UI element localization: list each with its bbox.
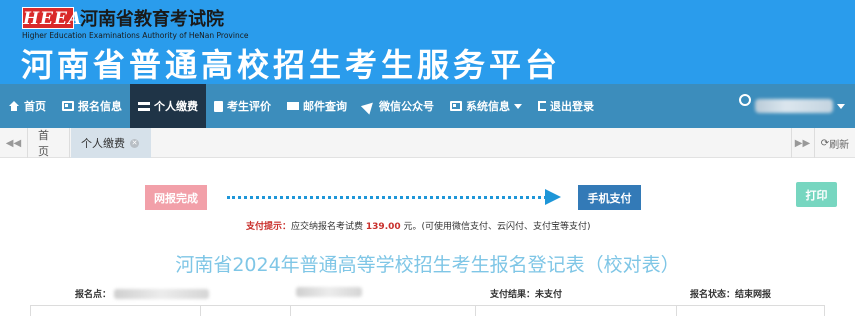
wallet-icon [138,101,150,111]
tab-bar: ◀◀ 首页 个人缴费 ✕ ▶▶ ⟳ 刷新 [0,128,855,158]
paper-plane-icon [360,97,378,115]
sign-out-icon [538,101,546,111]
id-card-icon [62,101,74,111]
payment-result: 支付结果： 未支付 [490,287,562,300]
nav-item-evaluation[interactable]: 考生评价 [206,84,279,128]
site-value-redacted [114,288,210,299]
refresh-button[interactable]: ⟳ 刷新 [814,128,855,158]
nav-item-personal-payment[interactable]: 个人缴费 [130,84,206,128]
id-card-icon [450,101,462,111]
nav-item-label: 系统信息 [466,100,510,113]
registration-status: 报名状态： 结束网报 [690,287,771,300]
nav-item-label: 邮件查询 [303,100,347,113]
backward-icon: ◀◀ [5,137,22,149]
tab-home[interactable]: 首页 [28,128,70,158]
user-menu[interactable] [739,84,845,128]
logo-mark: HEEA [22,7,83,29]
org-name: 河南省教育考试院 [80,9,224,30]
nav-item-label: 退出登录 [550,100,594,113]
registration-table [30,305,825,316]
book-icon [214,100,223,112]
heea-logo: HEEA [22,7,83,29]
nav-item-mail-query[interactable]: 邮件查询 [279,84,355,128]
site-label: 报名点： [75,290,112,300]
tab-personal-payment[interactable]: 个人缴费 ✕ [71,128,151,158]
tab-scroll-right-button[interactable]: ▶▶ [791,128,813,158]
nav-item-wechat[interactable]: 微信公众号 [355,84,442,128]
registration-site: 报名点： [75,287,210,300]
chevron-down-icon [514,103,522,109]
print-button[interactable]: 打印 [796,182,837,207]
user-name-redacted [755,99,833,113]
nav-item-registration-info[interactable]: 报名信息 [54,84,130,128]
platform-title: 河南省普通高校招生考生服务平台 [21,46,562,84]
main-nav: 首页 报名信息 个人缴费 考生评价 邮件查询 微信公众号 系统信息 退出登录 [0,84,855,128]
payment-result-label: 支付结果： [490,290,536,300]
status-label: 报名状态： [690,290,736,300]
nav-item-logout[interactable]: 退出登录 [530,84,602,128]
envelope-icon [287,102,299,110]
tip-label: 支付提示： [246,222,292,232]
form-title: 河南省2024年普通高等学校招生考生报名登记表（校对表） [175,254,680,276]
status-value: 结束网报 [735,290,772,300]
nav-item-label: 微信公众号 [379,100,434,113]
step-online-registration-done[interactable]: 网报完成 [145,185,207,210]
nav-item-label: 首页 [24,100,46,113]
home-icon [8,101,20,111]
payment-result-value: 未支付 [535,290,563,300]
arrow-right-icon [545,189,561,205]
nav-item-label: 个人缴费 [154,100,198,113]
mobile-pay-button[interactable]: 手机支付 [578,185,641,210]
org-name-en: Higher Education Examinations Authority … [22,31,249,40]
nav-item-label: 考生评价 [227,100,271,113]
chevron-down-icon [837,103,845,109]
header-banner: HEEA 河南省教育考试院 Higher Education Examinati… [0,0,855,84]
tip-text-before: 应交纳报名考试费 [291,222,364,232]
user-icon [739,94,751,106]
step-connector-dots [227,196,547,199]
payment-tip: 支付提示：应交纳报名考试费 139.00 元。(可使用微信支付、云闪付、支付宝等… [246,219,591,232]
field-value-redacted [296,287,362,297]
tab-label: 首页 [38,129,49,158]
close-icon[interactable]: ✕ [130,138,139,148]
tip-text-after: 元。(可使用微信支付、云闪付、支付宝等支付) [403,222,591,232]
nav-item-system-info[interactable]: 系统信息 [442,84,530,128]
forward-icon: ▶▶ [794,137,811,149]
refresh-label: 刷新 [829,139,850,151]
refresh-icon: ⟳ [820,137,830,149]
tip-amount: 139.00 [365,222,401,232]
redacted-field [293,287,362,297]
tab-label: 个人缴费 [81,137,125,150]
nav-item-home[interactable]: 首页 [0,84,54,128]
tab-scroll-left-button[interactable]: ◀◀ [0,128,28,158]
nav-item-label: 报名信息 [78,100,122,113]
